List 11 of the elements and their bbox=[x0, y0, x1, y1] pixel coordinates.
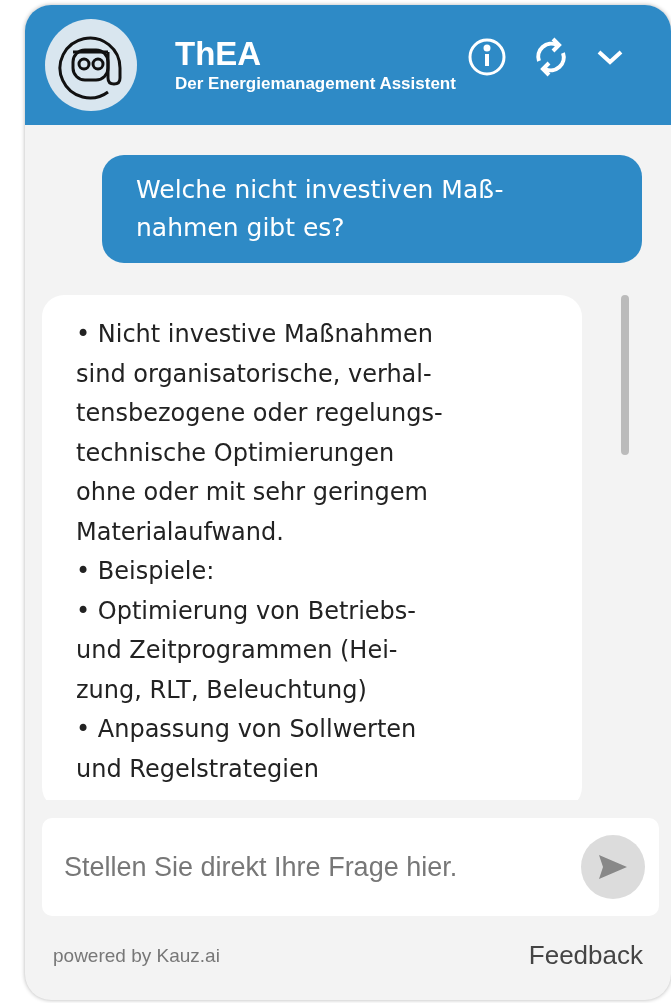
send-icon bbox=[597, 853, 629, 881]
user-message: Welche nicht investiven Maß- nahmen gibt es? bbox=[102, 155, 642, 263]
info-icon[interactable] bbox=[467, 37, 507, 77]
question-input-box[interactable]: Stellen Sie direkt Ihre Frage hier. bbox=[42, 818, 659, 916]
assistant-subtitle: Der Energiemanagement Assistent bbox=[175, 73, 456, 95]
bot-message: • Nicht investive Maßnahmen sind organisatorische, verhal- tensbezogene oder regelungs- technische Optimierungen ohne oder mit sehr geringem Materialaufwand. • Beispiele: • Optimierung von Betriebs- und Zeitprogrammen (Hei- zung, RLT, Beleuchtung) • Anpassung von Sollwerten und Regelstrategien bbox=[42, 295, 582, 800]
feedback-link[interactable]: Feedback bbox=[528, 940, 643, 971]
assistant-title: ThEA bbox=[175, 35, 262, 73]
scrollbar-thumb[interactable] bbox=[621, 295, 629, 455]
powered-by-text: powered by Kauz.ai bbox=[53, 944, 220, 967]
refresh-icon[interactable] bbox=[533, 37, 569, 77]
